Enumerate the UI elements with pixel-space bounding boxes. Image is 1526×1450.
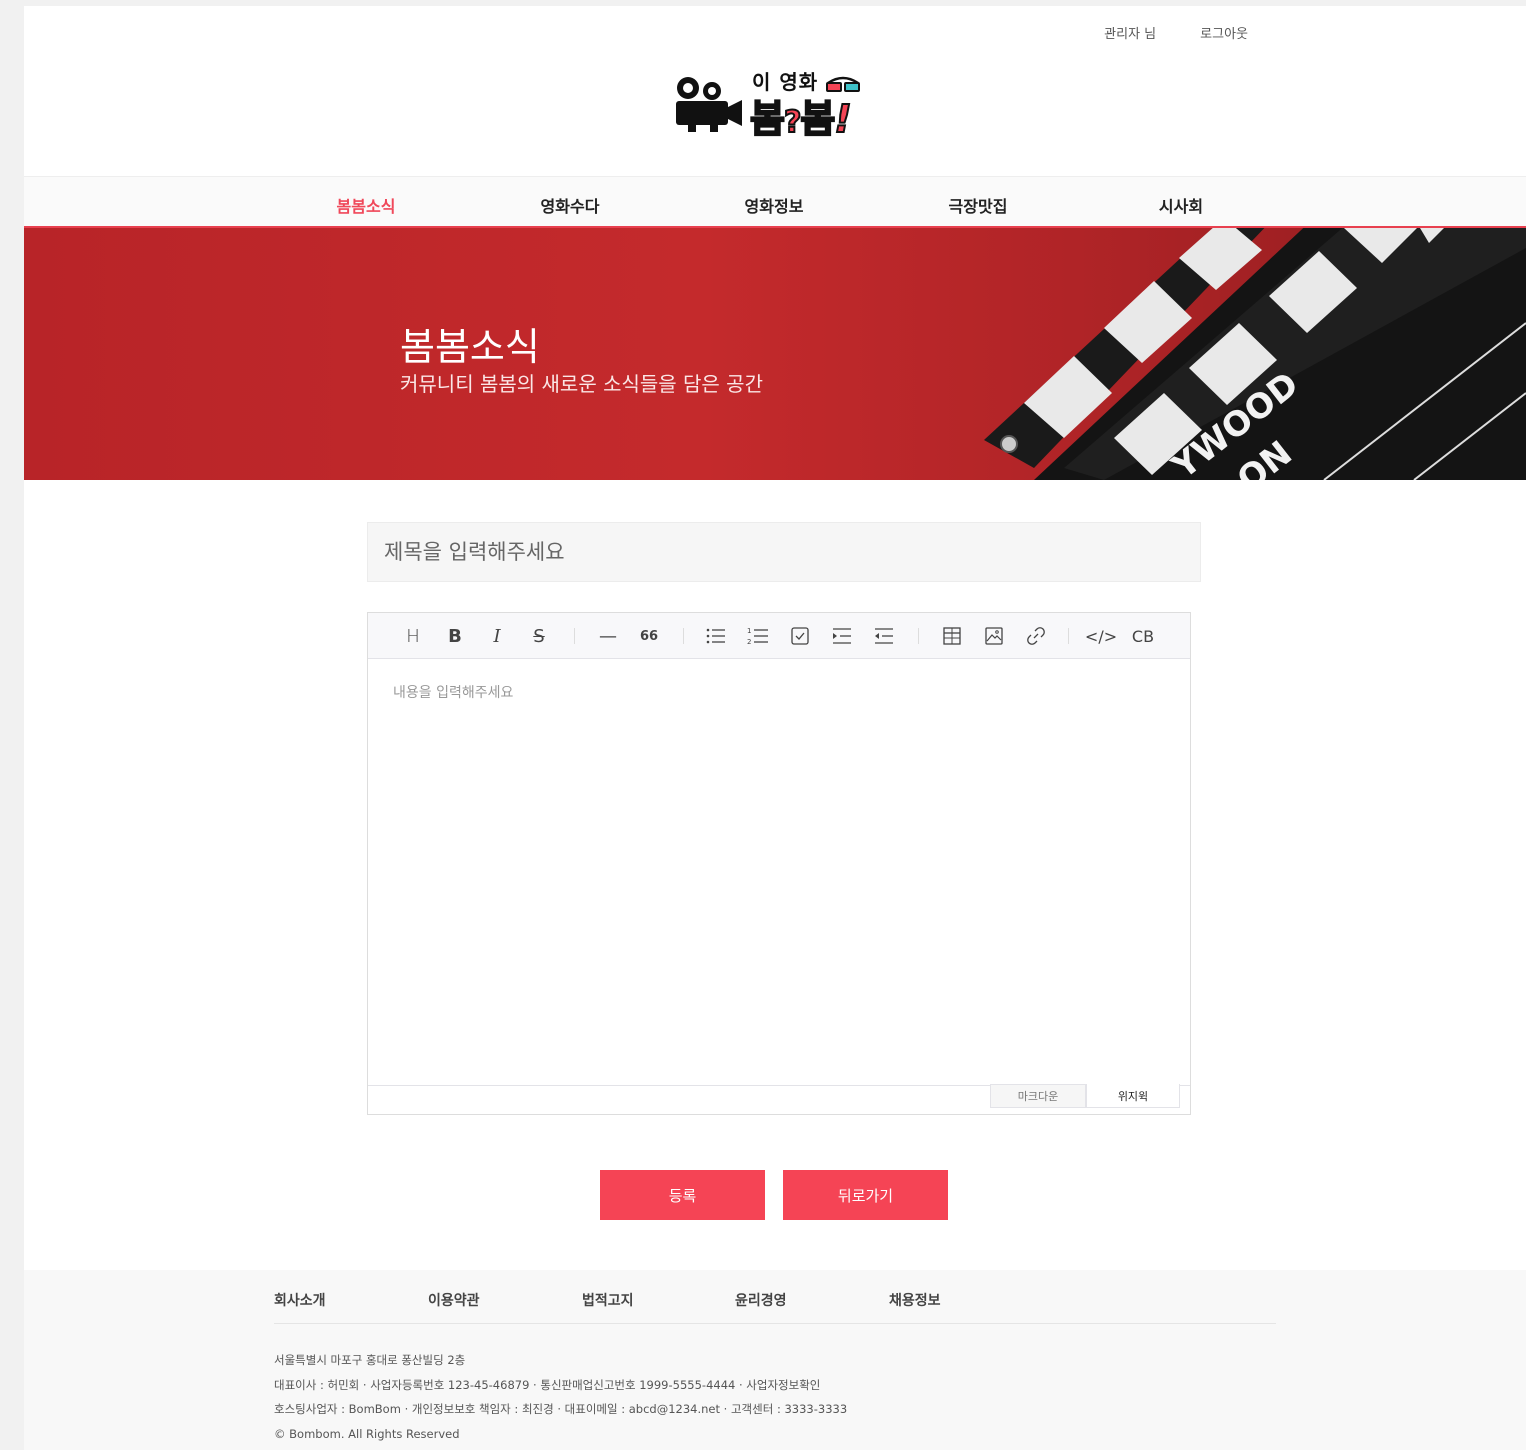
site-logo[interactable]: 이 영화 봄?봄! — [674, 66, 874, 146]
horizontal-rule-icon: — — [599, 625, 617, 647]
footer-link-legal[interactable]: 법적고지 — [582, 1290, 634, 1310]
footer-business-info: 대표이사 : 허민회 · 사업자등록번호 123-45-46879 · 통신판매… — [274, 1377, 821, 1392]
ordered-list-button[interactable]: 12 — [743, 621, 773, 651]
codeblock-button[interactable]: CB — [1128, 621, 1158, 651]
link-button[interactable] — [1021, 621, 1051, 651]
banner-title: 봄봄소식 — [400, 325, 540, 369]
toolbar-divider — [918, 628, 919, 644]
code-button[interactable]: </> — [1084, 621, 1118, 651]
checkbox-icon — [791, 627, 809, 645]
image-icon — [985, 627, 1003, 645]
page: 관리자 님 로그아웃 이 영화 봄?봄! 봄봄소식 영화수다 영화정보 극장맛집… — [24, 6, 1526, 1450]
banner-subtitle: 커뮤니티 봄봄의 새로운 소식들을 담은 공간 — [400, 372, 763, 396]
link-icon — [1027, 627, 1045, 645]
logout-link[interactable]: 로그아웃 — [1200, 23, 1248, 42]
image-button[interactable] — [979, 621, 1009, 651]
markdown-tab[interactable]: 마크다운 — [990, 1084, 1086, 1108]
heading-icon: H — [406, 625, 420, 647]
clapperboard-image: YWOOD ON — [984, 228, 1526, 480]
svg-text:1: 1 — [747, 627, 751, 635]
quote-icon: 66 — [639, 628, 659, 644]
outdent-icon — [875, 628, 893, 644]
toolbar-divider — [683, 628, 684, 644]
svg-text:2: 2 — [747, 638, 751, 646]
footer-links: 회사소개 이용약관 법적고지 윤리경영 채용정보 — [274, 1290, 1276, 1324]
editor-mode-switch: 마크다운 위지윅 — [368, 1084, 1190, 1114]
user-name: 관리자 님 — [1104, 27, 1157, 42]
title-input[interactable] — [367, 522, 1201, 582]
footer-link-company[interactable]: 회사소개 — [274, 1290, 326, 1310]
outdent-button[interactable] — [869, 621, 899, 651]
hr-button[interactable]: — — [593, 621, 623, 651]
footer-address: 서울특별시 마포구 홍대로 퐁산빌딩 2층 — [274, 1353, 466, 1367]
table-icon — [943, 627, 961, 645]
italic-icon: I — [493, 625, 501, 647]
task-list-button[interactable] — [785, 621, 815, 651]
codeblock-icon: CB — [1131, 626, 1155, 646]
bold-icon: B — [448, 625, 462, 647]
editor-toolbar: H B I S — 66 12 </> CB — [368, 613, 1190, 659]
indent-icon — [833, 628, 851, 644]
footer-copyright: © Bombom. All Rights Reserved — [274, 1426, 460, 1441]
nav-item-bombom-news[interactable]: 봄봄소식 — [337, 193, 396, 217]
bullet-list-button[interactable] — [701, 621, 731, 651]
indent-button[interactable] — [827, 621, 857, 651]
nav-item-theater-food[interactable]: 극장맛집 — [949, 193, 1008, 217]
wysiwyg-tab[interactable]: 위지윅 — [1086, 1084, 1180, 1108]
header: 관리자 님 로그아웃 이 영화 봄?봄! — [24, 6, 1526, 176]
user-links: 관리자 님 로그아웃 — [1104, 23, 1248, 42]
back-button[interactable]: 뒤로가기 — [783, 1170, 948, 1220]
heading-button[interactable]: H — [398, 621, 428, 651]
bullet-list-icon — [706, 628, 725, 644]
strikethrough-icon: S — [533, 625, 545, 647]
movie-camera-icon — [676, 77, 742, 132]
strike-button[interactable]: S — [524, 621, 554, 651]
content-input[interactable]: 내용을 입력해주세요 — [368, 660, 1190, 1088]
main-nav: 봄봄소식 영화수다 영화정보 극장맛집 시사회 — [24, 176, 1526, 228]
quote-button[interactable]: 66 — [634, 621, 664, 651]
footer-link-ethics[interactable]: 윤리경영 — [735, 1290, 787, 1310]
nav-item-preview[interactable]: 시사회 — [1159, 193, 1203, 217]
footer-hosting-info: 호스팅사업자 : BomBom · 개인정보보호 책임자 : 최진경 · 대표이… — [274, 1402, 848, 1416]
italic-button[interactable]: I — [482, 621, 512, 651]
nav-item-movie-info[interactable]: 영화정보 — [745, 193, 804, 217]
hero-banner: YWOOD ON 봄봄소식 커뮤니티 봄봄의 새로운 소식들을 담은 공간 — [24, 228, 1526, 480]
nav-item-movie-talk[interactable]: 영화수다 — [541, 193, 600, 217]
footer-link-careers[interactable]: 채용정보 — [889, 1290, 941, 1310]
toolbar-divider — [574, 628, 575, 644]
content-editor: H B I S — 66 12 </> CB 내용을 입력해주세요 마크다운 위… — [367, 612, 1191, 1115]
toolbar-divider — [1068, 628, 1069, 644]
bold-button[interactable]: B — [440, 621, 470, 651]
logo-big-text: 봄?봄! — [749, 96, 853, 142]
footer-info: 서울특별시 마포구 홍대로 퐁산빌딩 2층 대표이사 : 허민회 · 사업자등록… — [274, 1348, 847, 1446]
submit-button[interactable]: 등록 — [600, 1170, 765, 1220]
ordered-list-icon: 12 — [747, 627, 768, 646]
code-icon: </> — [1084, 626, 1118, 646]
footer-link-terms[interactable]: 이용약관 — [428, 1290, 480, 1310]
table-button[interactable] — [937, 621, 967, 651]
footer: 회사소개 이용약관 법적고지 윤리경영 채용정보 서울특별시 마포구 홍대로 퐁… — [24, 1270, 1526, 1450]
